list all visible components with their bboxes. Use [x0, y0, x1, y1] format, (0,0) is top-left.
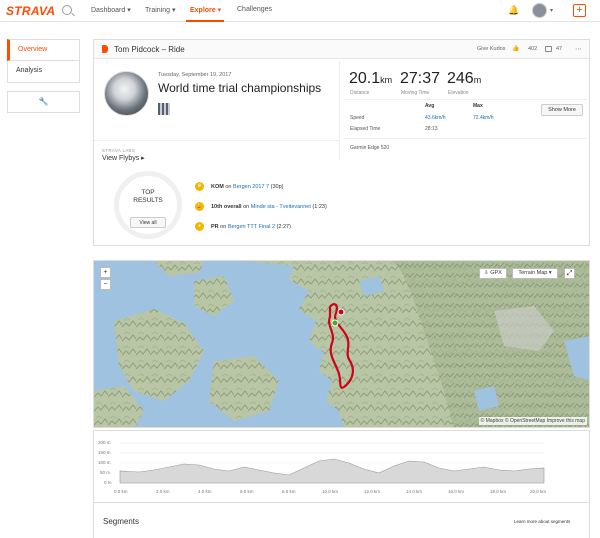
actions-menu-icon[interactable]: ⋯: [575, 45, 582, 53]
x-tick: 16.0 km: [448, 489, 465, 494]
view-all-button[interactable]: View all: [130, 217, 166, 228]
device-name: Garmin Edge 520: [350, 145, 390, 151]
x-tick: 0.0 km: [114, 489, 128, 494]
x-tick: 20.0 km: [530, 489, 547, 494]
strava-labs-label: STRAVA LABS: [102, 148, 136, 153]
activity-header: Tom Pidcock – Ride Give Kudos 👍 402 47 ⋯: [94, 40, 589, 59]
kudos-thumb-icon[interactable]: 👍: [512, 45, 519, 52]
stat-moving-time: 27:37: [400, 70, 441, 87]
strava-logo[interactable]: STRAVA: [6, 4, 55, 18]
divider: [344, 138, 587, 139]
sidebar: Overview Analysis 🔧: [7, 39, 80, 113]
elevation-chart: 200 m 150 m 100 m 50 m 0 m 0.0 km 2.0 km…: [93, 430, 590, 503]
ride-icon: [102, 45, 108, 53]
stat-distance-label: Distance: [350, 90, 370, 96]
nav-explore[interactable]: Explore ▾: [190, 6, 221, 14]
medal-icon: ●: [195, 222, 204, 231]
divider: [344, 99, 587, 100]
activity-date: Tuesday, September 19, 2017: [158, 72, 232, 78]
activity-header-title: Tom Pidcock – Ride: [114, 45, 185, 54]
zoom-in-button[interactable]: +: [100, 267, 111, 278]
trophy-icon: 🏆: [195, 202, 204, 211]
x-tick: 8.0 km: [282, 489, 296, 494]
route-map[interactable]: + − ⇩ GPX Terrain Map ▾ ⤢ © Mapbox © Ope…: [93, 260, 590, 428]
divider: [94, 140, 339, 141]
comment-icon[interactable]: [545, 46, 552, 52]
crown-icon: ♛: [195, 182, 204, 191]
fullscreen-icon[interactable]: ⤢: [564, 268, 575, 279]
search-icon[interactable]: [62, 5, 72, 15]
col-max: Max: [473, 103, 483, 109]
achievement-pr: PR on Bergen TTT Final 2 (2:27): [211, 224, 291, 230]
zoom-out-button[interactable]: −: [100, 279, 111, 290]
achievement-overall: 10th overall on Minde sta - Tveitevannet…: [211, 204, 327, 210]
avatar[interactable]: [532, 3, 547, 18]
elapsed-label: Elapsed Time: [350, 126, 381, 132]
sidebar-item-analysis[interactable]: Analysis: [7, 61, 80, 83]
activity-panel: Tom Pidcock – Ride Give Kudos 👍 402 47 ⋯…: [93, 39, 590, 246]
bell-icon[interactable]: 🔔: [508, 5, 519, 16]
stat-elevation-label: Elevation: [448, 90, 469, 96]
chevron-down-icon[interactable]: ▾: [550, 7, 553, 14]
speed-avg: 43.6km/h: [425, 115, 446, 121]
map-attribution: © Mapbox © OpenStreetMap Improve this ma…: [478, 417, 587, 425]
top-results-badge: TOP RESULTS View all: [114, 171, 182, 239]
upload-plus-button[interactable]: +: [573, 4, 586, 17]
top-nav: STRAVA Dashboard ▾ Training ▾ Explore ▾ …: [0, 0, 600, 22]
divider: [339, 61, 340, 160]
x-tick: 4.0 km: [198, 489, 212, 494]
elapsed-value: 28:13: [425, 126, 438, 132]
stat-elevation: 246m: [447, 70, 482, 87]
athlete-avatar[interactable]: [104, 71, 149, 116]
map-terrain: [94, 261, 589, 427]
x-tick: 2.0 km: [156, 489, 170, 494]
col-avg: Avg: [425, 103, 435, 109]
x-tick: 10.0 km: [322, 489, 339, 494]
segment-link[interactable]: Minde sta - Tveitevannet: [251, 204, 311, 210]
terrain-map-select[interactable]: Terrain Map ▾: [512, 268, 558, 279]
y-tick: 50 m: [100, 470, 111, 475]
wrench-icon[interactable]: 🔧: [7, 91, 80, 113]
learn-more-segments-link[interactable]: Learn more about segments: [514, 519, 570, 524]
gpx-button[interactable]: ⇩ GPX: [479, 268, 507, 279]
segment-link[interactable]: Bergen 2017 7: [233, 184, 269, 190]
stat-moving-time-label: Moving Time: [401, 90, 430, 96]
top-results-title: TOP RESULTS: [133, 189, 163, 204]
show-more-button[interactable]: Show More: [541, 104, 583, 116]
kudos-count[interactable]: 402: [528, 46, 537, 52]
nav-dashboard[interactable]: Dashboard ▾: [91, 6, 131, 14]
activity-name: World time trial championships: [158, 81, 322, 95]
x-tick: 12.0 km: [364, 489, 381, 494]
x-tick: 6.0 km: [240, 489, 254, 494]
x-tick: 18.0 km: [490, 489, 507, 494]
nav-active-underline: [186, 20, 224, 22]
achievement-kom: KOM on Bergen 2017 7 (30p): [211, 184, 284, 190]
segments-title: Segments: [103, 517, 140, 526]
device-badge-icon: [158, 103, 170, 115]
view-flybys-link[interactable]: View Flybys ▸: [102, 154, 145, 162]
y-tick: 150 m: [98, 450, 111, 455]
nav-training[interactable]: Training ▾: [145, 6, 176, 14]
segment-link[interactable]: Bergen TTT Final 2: [228, 224, 275, 230]
y-tick: 0 m: [104, 480, 112, 485]
comment-count[interactable]: 47: [556, 46, 562, 52]
stat-distance: 20.1km: [349, 70, 393, 87]
give-kudos-label[interactable]: Give Kudos: [477, 46, 505, 52]
download-icon: ⇩: [484, 270, 489, 276]
speed-max: 72.4km/h: [473, 115, 494, 121]
x-tick: 14.0 km: [406, 489, 423, 494]
speed-label: Speed: [350, 115, 365, 121]
y-tick: 200 m: [98, 440, 111, 445]
y-tick: 100 m: [98, 460, 111, 465]
nav-challenges[interactable]: Challenges: [237, 6, 272, 13]
sidebar-item-overview[interactable]: Overview: [7, 39, 80, 61]
